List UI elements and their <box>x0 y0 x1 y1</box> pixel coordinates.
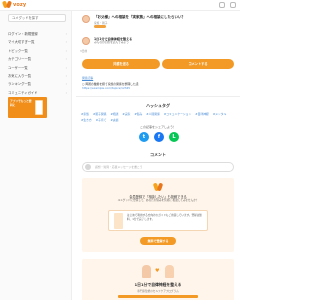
share-buttons: t f L <box>139 132 179 142</box>
app-download-banner[interactable]: アプリでもっと便利に <box>8 97 47 118</box>
hashtag[interactable]: #コミュニケーション <box>163 112 192 116</box>
promo-accent-bar <box>118 295 198 298</box>
avatar[interactable] <box>82 37 90 45</box>
sidebar-search-button[interactable]: ユメグッドを探す <box>8 14 66 22</box>
sidebar-item-label: お気に入り一覧 <box>8 73 32 78</box>
person-icon <box>142 265 151 278</box>
app-logo[interactable]: vozy <box>1 0 27 9</box>
promo-panel[interactable]: ♥ 1日1分で自律神経を整える 専門家監修のセルフケアプログラム <box>82 259 234 300</box>
hashtag[interactable]: #家族 <box>80 112 90 116</box>
sidebar-top: ユメグッドを探す <box>0 11 71 25</box>
sidebar: ユメグッドを探す ログイン・新規登録 › マイ大切すぎ一覧 › トピック一覧 › カテ… <box>0 11 72 300</box>
header-icons <box>219 2 236 8</box>
chevron-right-icon: › <box>65 90 67 95</box>
promo-illustration: ♥ <box>138 263 178 279</box>
register-card: はじめて利用する方向けのガイドもご用意しています。登録は無料、1分で完了します。 <box>108 210 208 231</box>
register-subtitle: ユメグッドに登録して、あなたの悩みを気軽に 相談してみませんか？ <box>117 199 199 202</box>
banner-text: アプリでもっと便利に <box>10 99 32 107</box>
related-label[interactable]: 関連記事 <box>82 76 93 80</box>
chevron-right-icon: › <box>65 57 67 62</box>
sidebar-item-label: コミュニティガイド <box>8 90 38 95</box>
sidebar-item-label: ログイン・新規登録 <box>8 32 38 36</box>
notification-icon[interactable] <box>219 2 225 8</box>
heart-icon: ♥ <box>155 268 160 274</box>
sidebar-item[interactable]: ユーザー一覧 › <box>0 64 71 72</box>
sidebar-item[interactable]: ログイン・新規登録 › <box>0 30 71 38</box>
facebook-icon[interactable]: f <box>154 132 164 142</box>
chevron-right-icon: › <box>65 48 67 53</box>
hashtag[interactable]: #相談 <box>109 112 119 116</box>
answer-subtitle: みんなの回答を読んでみよう <box>94 40 129 44</box>
question-title: 「お父様」への相談を「実家族」への相談にしたらいい？ <box>94 15 185 19</box>
empathy-button[interactable]: 共感を送る <box>82 59 160 69</box>
chevron-right-icon: › <box>65 82 67 87</box>
hashtag[interactable]: #メンタル <box>212 112 228 116</box>
divider <box>76 96 240 97</box>
comment-input[interactable]: 感想・質問・応援メッセージを書こう <box>82 162 234 172</box>
comments-title: コメント <box>150 152 166 157</box>
sidebar-item[interactable]: マイ大切すぎ一覧 › <box>0 38 71 46</box>
answer-info: 1日1分で自律神経を整える みんなの回答を読んでみよう <box>94 37 132 45</box>
hashtag[interactable]: #夫婦 <box>109 118 119 122</box>
related-link-url[interactable]: https://example.com/topics/12345 <box>82 86 234 90</box>
answer-timestamp: 3日前 <box>80 49 88 53</box>
hashtag[interactable]: #生き方 <box>80 118 93 122</box>
hashtag[interactable]: #自律神経 <box>194 112 210 116</box>
chevron-right-icon: › <box>65 65 67 70</box>
hashtags-title: ハッシュタグ <box>146 103 170 108</box>
hashtag[interactable]: #人間関係 <box>145 112 161 116</box>
sidebar-item[interactable]: カテゴリー一覧 › <box>0 55 71 63</box>
phone-icon <box>35 100 43 115</box>
menu-icon[interactable] <box>230 2 236 8</box>
sidebar-item-label: マイ大切すぎ一覧 <box>8 40 35 45</box>
hashtag[interactable]: #子育て <box>95 118 108 122</box>
sidebar-item-label: ランキング一覧 <box>8 82 31 87</box>
comment-placeholder: 感想・質問・応援メッセージを書こう <box>95 165 143 169</box>
logo-icon <box>152 182 164 192</box>
status-badge <box>94 25 106 28</box>
avatar[interactable] <box>82 15 90 23</box>
chevron-right-icon: › <box>65 32 67 36</box>
answer-header: 1日1分で自律神経を整える みんなの回答を読んでみよう <box>82 37 234 45</box>
register-button[interactable]: 無料で登録する <box>140 237 176 245</box>
person-icon <box>165 265 174 278</box>
sidebar-list: ログイン・新規登録 › マイ大切すぎ一覧 › トピック一覧 › カテゴリー一覧 › ユー… <box>0 30 71 97</box>
hashtag[interactable]: #親子関係 <box>92 112 108 116</box>
comment-button[interactable]: コメントする <box>162 59 234 69</box>
related-links: ○ 両親の離婚を経て家族の関係を整理した話 https://example.co… <box>82 82 234 90</box>
share-label: この記事をシェアしよう！ <box>139 125 176 129</box>
sidebar-item-label: カテゴリー一覧 <box>8 57 32 62</box>
twitter-icon[interactable]: t <box>139 132 149 142</box>
logo-icon <box>1 0 13 9</box>
hashtag[interactable]: #悩み <box>133 112 143 116</box>
sidebar-item[interactable]: ランキング一覧 › <box>0 80 71 88</box>
chevron-right-icon: › <box>65 40 67 45</box>
main-content: 「お父様」への相談を「実家族」への相談にしたらいい？ 家族・親子 1日1分で自律… <box>76 11 240 300</box>
phone-icon <box>114 213 123 229</box>
chevron-right-icon: › <box>65 73 67 78</box>
promo-subtitle: 専門家監修のセルフケアプログラム <box>137 290 179 293</box>
logo-text: vozy <box>13 2 27 8</box>
hashtag-list: #家族 #親子関係 #相談 #実家 #悩み #人間関係 #コミュニケーション #… <box>80 112 236 122</box>
app-header: vozy <box>0 0 240 11</box>
promo-title: 1日1分で自律神経を整える <box>134 282 182 287</box>
sidebar-item[interactable]: お気に入り一覧 › <box>0 72 71 80</box>
avatar <box>85 164 91 170</box>
line-icon[interactable]: L <box>169 132 179 142</box>
register-panel: 会員登録で「相談したい」も投稿できる ユメグッドに登録して、あなたの悩みを気軽に… <box>82 178 234 252</box>
sidebar-item-label: トピック一覧 <box>8 48 28 53</box>
hashtag[interactable]: #実家 <box>121 112 131 116</box>
sidebar-item-label: ユーザー一覧 <box>8 65 28 70</box>
sidebar-item[interactable]: トピック一覧 › <box>0 47 71 55</box>
register-card-text: はじめて利用する方向けのガイドもご用意しています。登録は無料、1分で完了します。 <box>127 214 202 221</box>
sidebar-item[interactable]: コミュニティガイド › <box>0 89 71 97</box>
